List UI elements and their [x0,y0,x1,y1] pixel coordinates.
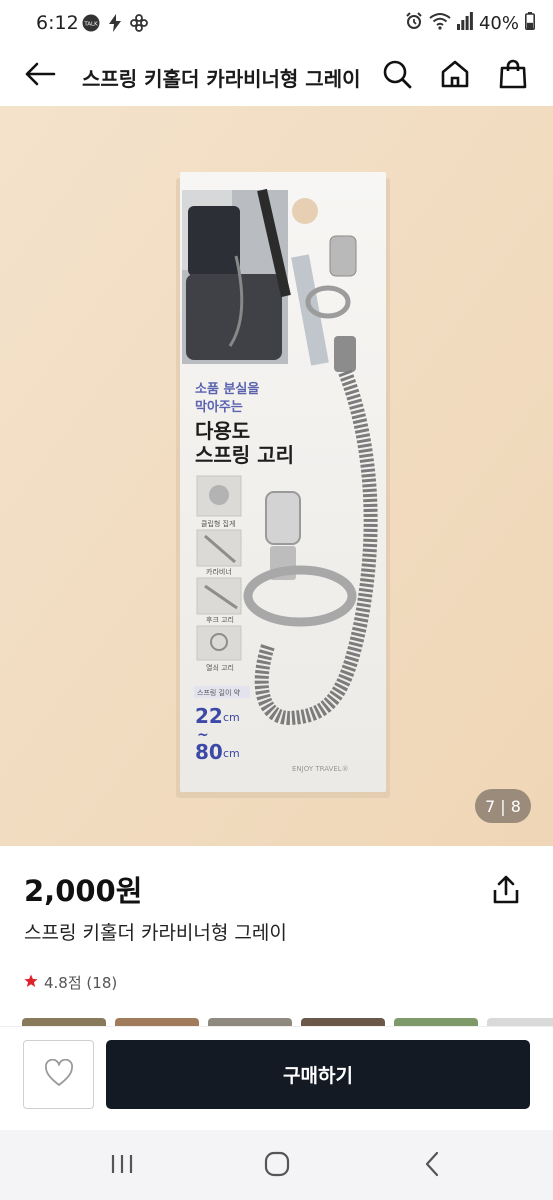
status-system-icons: 40% [405,12,535,35]
image-counter: 7 | 8 [475,789,531,823]
home-nav-button[interactable] [257,1148,297,1184]
package-length-label: 스프링 길이 약 [197,688,241,697]
home-button[interactable] [435,56,475,96]
wifi-icon [429,12,451,35]
package-feature4: 열쇠 고리 [206,663,234,672]
package-line1: 소품 분실을 [195,381,259,397]
wishlist-button[interactable] [23,1040,94,1109]
product-rating[interactable]: 4.8점 (18) [24,972,117,993]
bolt-icon [108,14,122,36]
status-time: 6:12 [36,12,79,34]
talk-icon: TALK [82,14,100,36]
package-brand: ENJOY TRAVEL® [292,765,349,773]
package-length-max: 80 [195,740,223,764]
buy-button[interactable]: 구매하기 [106,1040,530,1109]
recent-apps-button[interactable] [102,1148,142,1184]
product-name: 스프링 키홀더 카라비너형 그레이 [24,922,287,944]
heart-icon [44,1058,74,1091]
package-line3: 다용도 [195,419,250,443]
product-photo: 소품 분실을 막아주는 다용도 스프링 고리 클립형 집게 카라비너 후크 고리… [0,106,553,846]
svg-text:TALK: TALK [83,22,98,28]
arrow-left-icon [24,62,56,90]
package-line2: 막아주는 [195,399,243,415]
battery-icon [525,12,535,35]
package-feature3: 후크 고리 [206,615,234,624]
alarm-icon [405,12,423,35]
pinwheel-icon [130,14,148,36]
package-unit-max: cm [223,747,240,760]
signal-icon [456,12,473,35]
back-button[interactable] [20,56,60,96]
status-notification-icons: TALK [82,14,148,36]
product-image-gallery[interactable]: 소품 분실을 막아주는 다용도 스프링 고리 클립형 집게 카라비너 후크 고리… [0,106,553,846]
package-length-min: 22 [195,704,223,728]
share-icon [492,875,520,909]
package-feature1: 클립형 집게 [201,519,235,528]
home-icon [440,59,470,93]
recent-apps-icon [110,1153,134,1179]
header-title: 스프링 키홀더 카라비너형 그레이 [82,67,361,91]
chevron-left-icon [424,1151,440,1181]
home-circle-icon [264,1151,290,1181]
rating-text: 4.8점 (18) [44,974,118,992]
back-nav-button[interactable] [412,1148,452,1184]
package-line4: 스프링 고리 [195,443,294,467]
search-icon [382,59,412,93]
product-price: 2,000원 [24,874,143,908]
bottom-action-bar: 구매하기 [0,1026,553,1130]
cart-button[interactable] [493,56,533,96]
star-icon [24,974,38,992]
status-bar: 6:12 TALK 40% [0,0,553,48]
share-button[interactable] [486,872,526,912]
package-unit-min: cm [223,711,240,724]
system-navigation-bar [0,1130,553,1200]
search-button[interactable] [377,56,417,96]
package-feature2: 카라비너 [206,567,232,576]
app-header: 스프링 키홀더 카라비너형 그레이 [0,48,553,106]
shopping-bag-icon [498,59,528,93]
battery-text: 40% [478,13,519,34]
